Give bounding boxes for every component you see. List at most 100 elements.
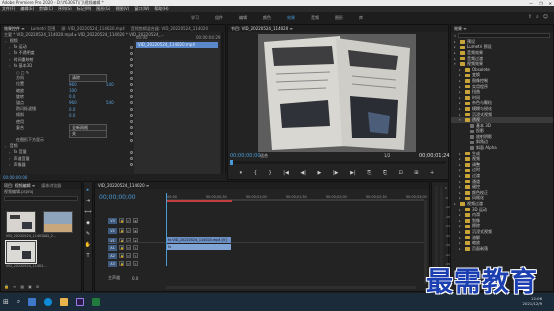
step-forward-icon[interactable]: |▶	[333, 170, 339, 176]
chevron-right-icon[interactable]: ▸	[459, 208, 463, 212]
chevron-right-icon[interactable]: ▸	[459, 241, 463, 245]
tab-sequence[interactable]: VID_20220524_114020 ≡	[98, 183, 149, 188]
video-track-header[interactable]: V3 🔒 ⇄ ◉	[108, 217, 164, 224]
program-scrub-bar[interactable]	[230, 161, 446, 164]
expand-arrow-icon[interactable]: ›	[9, 51, 11, 56]
list-view-icon[interactable]: ≡	[13, 284, 16, 289]
reset-icon[interactable]	[130, 64, 133, 68]
button-editor-icon[interactable]: +	[430, 170, 434, 176]
sync-icon[interactable]: ⇄	[126, 228, 131, 233]
effect-property-value[interactable]: 0.0	[69, 107, 103, 112]
audio-track-header[interactable]: A3 🔒 M S	[108, 260, 164, 267]
chevron-right-icon[interactable]: ▸	[459, 230, 463, 234]
play-icon[interactable]: ▶	[318, 170, 322, 176]
chevron-right-icon[interactable]: ▸	[459, 163, 463, 167]
taskbar-search-icon[interactable]: ⌕	[17, 298, 20, 306]
audio-track-label[interactable]: A2	[108, 252, 117, 259]
audio-track-label[interactable]: A1	[108, 244, 117, 251]
eye-icon[interactable]: ◉	[133, 218, 138, 223]
comparison-view-icon[interactable]: ⊞	[414, 170, 418, 176]
mute-icon[interactable]: M	[126, 245, 131, 250]
workspace-tab[interactable]: 图形	[335, 15, 343, 21]
chevron-right-icon[interactable]: ▸	[459, 180, 463, 184]
expand-arrow-icon[interactable]: ›	[5, 144, 7, 149]
chevron-right-icon[interactable]: ▸	[459, 152, 463, 156]
expand-arrow-icon[interactable]: ›	[9, 156, 11, 161]
sync-icon[interactable]: ⇄	[126, 218, 131, 223]
go-to-in-icon[interactable]: |◀	[283, 170, 289, 176]
close-icon[interactable]: ✕	[549, 1, 552, 6]
user-icon[interactable]: ☺	[543, 14, 548, 20]
chevron-down-icon[interactable]: ▾	[459, 118, 463, 122]
chevron-right-icon[interactable]: ▸	[459, 174, 463, 178]
effect-property-value-secondary[interactable]: 540	[106, 100, 114, 105]
expand-arrow-icon[interactable]: ›	[9, 45, 11, 50]
search-icon[interactable]: ⌕	[536, 14, 539, 20]
audio-track-header[interactable]: A2 🔒 M S	[108, 252, 164, 259]
chevron-right-icon[interactable]: ▸	[459, 107, 463, 111]
chevron-right-icon[interactable]: ▸	[459, 224, 463, 228]
chevron-right-icon[interactable]: ▸	[459, 85, 463, 89]
lock-icon[interactable]: 🔒	[4, 284, 9, 289]
export-frame-icon[interactable]: ⊡	[398, 170, 402, 176]
step-back-icon[interactable]: ◀|	[300, 170, 306, 176]
solo-icon[interactable]: S	[133, 261, 138, 266]
video-audio-divider[interactable]	[108, 242, 424, 243]
mark-in-icon[interactable]: {	[254, 170, 257, 176]
program-playhead[interactable]	[230, 160, 233, 165]
chevron-right-icon[interactable]: ▸	[459, 96, 463, 100]
chevron-right-icon[interactable]: ▸	[459, 191, 463, 195]
reset-icon[interactable]	[130, 82, 133, 86]
video-track-header[interactable]: V2 🔒 ⇄ ◉	[108, 227, 164, 234]
chevron-right-icon[interactable]: ▸	[459, 101, 463, 105]
program-current-timecode[interactable]: 00;00;00;00	[230, 153, 261, 159]
tab-source[interactable]: 源: VID_20220524_114020.mp4	[61, 26, 125, 32]
solo-icon[interactable]: S	[133, 253, 138, 258]
lock-icon[interactable]: 🔒	[119, 228, 124, 233]
chevron-right-icon[interactable]: ▸	[454, 202, 458, 206]
reset-icon[interactable]	[130, 113, 133, 117]
workspace-tab[interactable]: 编辑	[239, 15, 247, 21]
reset-icon[interactable]	[130, 70, 133, 74]
lock-icon[interactable]: 🔒	[119, 253, 124, 258]
reset-icon[interactable]	[130, 45, 133, 49]
workspace-tab[interactable]: 组件	[215, 15, 223, 21]
reset-icon[interactable]	[130, 51, 133, 55]
mute-icon[interactable]: M	[126, 253, 131, 258]
reset-icon[interactable]	[130, 150, 133, 154]
chevron-right-icon[interactable]: ▸	[459, 247, 463, 251]
pen-tool-icon[interactable]: ✎	[86, 231, 90, 237]
maximize-icon[interactable]: ❐	[539, 1, 543, 6]
tab-program[interactable]: 节目: VID_20220524_114020 ≡	[231, 26, 293, 32]
tab-audio-clip-mixer[interactable]: 音频剪辑混合器: VID_20220524_114020	[131, 26, 208, 32]
chevron-right-icon[interactable]: ▸	[459, 113, 463, 117]
chevron-right-icon[interactable]: ▸	[459, 168, 463, 172]
reset-icon[interactable]	[130, 163, 133, 167]
effects-search-input[interactable]	[458, 33, 550, 38]
effect-property-value[interactable]: 960	[69, 82, 103, 87]
audio-track-header[interactable]: A1 🔒 M S	[108, 244, 164, 251]
chevron-right-icon[interactable]: ▸	[454, 57, 458, 61]
type-tool-icon[interactable]: T	[86, 253, 89, 259]
file-explorer-icon[interactable]	[60, 298, 69, 306]
lock-icon[interactable]: 🔒	[119, 261, 124, 266]
mute-icon[interactable]: M	[126, 261, 131, 266]
expand-arrow-icon[interactable]: ›	[9, 162, 11, 167]
reset-icon[interactable]	[130, 101, 133, 105]
workspace-tab[interactable]: 库	[359, 15, 363, 21]
timeline-playhead[interactable]	[166, 193, 167, 266]
share-icon[interactable]: ⇪	[528, 14, 532, 20]
chevron-right-icon[interactable]: ▸	[459, 68, 463, 72]
expand-arrow-icon[interactable]: ›	[9, 63, 11, 68]
lift-icon[interactable]: ⎘	[367, 170, 371, 176]
effect-property-value-secondary[interactable]: 540	[106, 82, 114, 87]
effects-tree-item[interactable]: ▸ 页面剥落	[451, 246, 553, 252]
project-item-thumbnail-selected[interactable]	[5, 240, 37, 264]
chevron-right-icon[interactable]: ▸	[459, 213, 463, 217]
chevron-right-icon[interactable]: ▸	[459, 185, 463, 189]
chevron-right-icon[interactable]: ▸	[454, 51, 458, 55]
reset-icon[interactable]	[130, 95, 133, 99]
tab-media-browser[interactable]: 媒体浏览器	[41, 183, 61, 189]
mini-timeline-clip[interactable]: VID_20220524_114020.mp4	[136, 42, 218, 48]
edge-browser-icon[interactable]	[44, 298, 53, 306]
